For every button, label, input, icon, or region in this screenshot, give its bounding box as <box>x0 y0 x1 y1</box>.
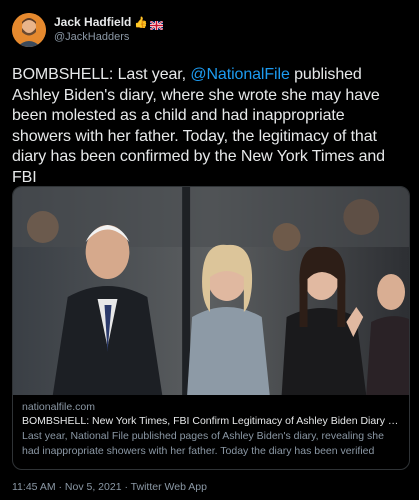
uk-flag-icon <box>149 18 164 31</box>
tweet-text: BOMBSHELL: Last year, @NationalFile publ… <box>12 65 407 188</box>
card-description: Last year, National File published pages… <box>22 430 384 457</box>
card-title[interactable]: BOMBSHELL: New York Times, FBI Confirm L… <box>22 414 400 429</box>
avatar[interactable] <box>12 13 46 47</box>
link-card[interactable]: nationalfile.com BOMBSHELL: New York Tim… <box>12 186 410 470</box>
name-row: Jack Hadfield 👍 <box>54 15 164 31</box>
author-handle[interactable]: @JackHadders <box>54 30 163 45</box>
thumbs-up-emoji: 👍 <box>134 16 149 29</box>
card-photo <box>13 187 409 395</box>
mention-link[interactable]: @NationalFile <box>190 66 290 83</box>
card-domain: nationalfile.com <box>22 401 95 413</box>
tweet-text-after: published Ashley Biden's diary, where sh… <box>12 66 385 186</box>
tweet: Jack Hadfield 👍 @JackHadders BOMBSHELL: … <box>0 0 419 500</box>
tweet-timestamp[interactable]: 11:45 AM · Nov 5, 2021 · Twitter Web App <box>12 481 207 493</box>
tweet-text-before: BOMBSHELL: Last year, <box>12 66 191 83</box>
tweet-header: Jack Hadfield 👍 @JackHadders <box>12 10 407 50</box>
display-name[interactable]: Jack Hadfield <box>54 15 131 30</box>
card-meta: nationalfile.com BOMBSHELL: New York Tim… <box>13 395 409 459</box>
author-names: Jack Hadfield 👍 @JackHadders <box>54 15 164 45</box>
